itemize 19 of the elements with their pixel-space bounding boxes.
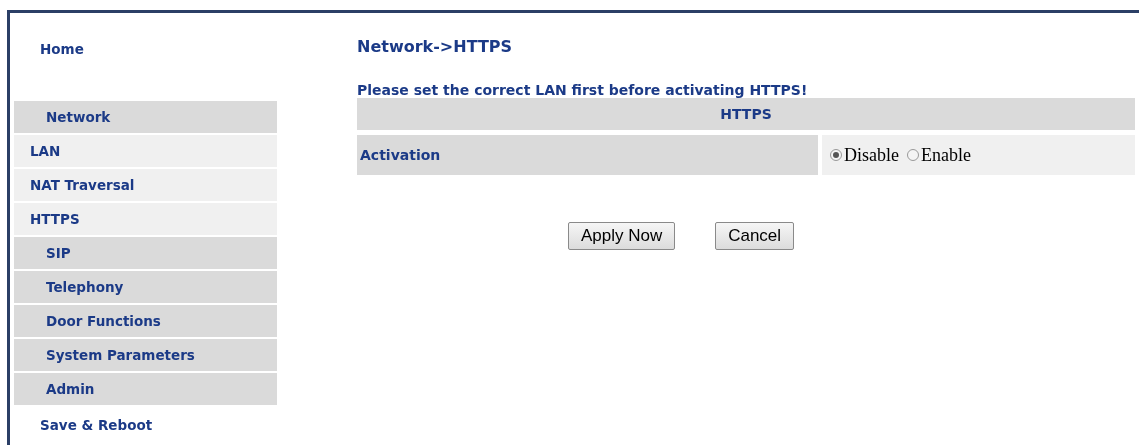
page-title: Network->HTTPS bbox=[357, 37, 514, 56]
radio-button[interactable] bbox=[907, 149, 919, 161]
sidebar-link[interactable]: NAT Traversal bbox=[14, 169, 277, 201]
sidebar-link[interactable]: SIP bbox=[14, 237, 277, 269]
sidebar-link[interactable]: Admin bbox=[14, 373, 277, 405]
sidebar-link[interactable]: HTTPS bbox=[14, 203, 277, 235]
sidebar-link[interactable]: Telephony bbox=[14, 271, 277, 303]
radio-button[interactable] bbox=[830, 149, 842, 161]
apply-button[interactable]: Apply Now bbox=[567, 222, 676, 250]
table-header: HTTPS bbox=[357, 98, 1135, 130]
row-label: Activation bbox=[357, 135, 818, 175]
sidebar-link[interactable]: Door Functions bbox=[14, 305, 277, 337]
radio-label: Disable bbox=[844, 144, 899, 166]
sidebar-link[interactable]: Network bbox=[14, 101, 277, 133]
sidebar-link[interactable]: System Parameters bbox=[14, 339, 277, 371]
cancel-button[interactable]: Cancel bbox=[715, 222, 795, 250]
warning-message: Please set the correct LAN first before activating HTTPS! bbox=[357, 82, 809, 98]
radio-label: Enable bbox=[921, 144, 971, 166]
sidebar-link[interactable]: LAN bbox=[14, 135, 277, 167]
